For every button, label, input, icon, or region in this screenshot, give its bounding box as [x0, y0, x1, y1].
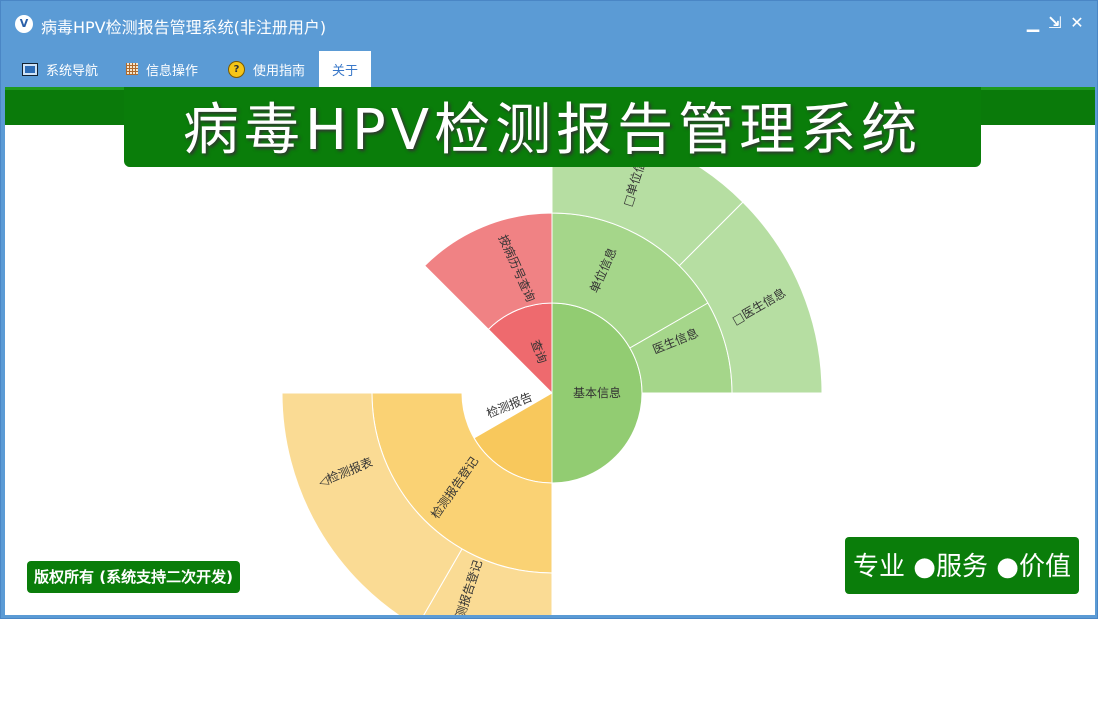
menu-item-label: 使用指南: [253, 63, 306, 79]
system-banner: 病毒HPV检测报告管理系统: [124, 87, 981, 167]
slogan-badge: 专业 ●服务 ●价值: [845, 537, 1079, 594]
menu-bar: 系统导航 信息操作 ? 使用指南 关于: [1, 51, 1097, 87]
menu-item-label: 关于: [332, 63, 359, 79]
copyright-badge: 版权所有 (系统支持二次开发): [27, 561, 240, 593]
menu-item-guide[interactable]: ? 使用指南: [228, 51, 305, 87]
segment-label-basic: 基本信息: [573, 385, 621, 400]
app-window: V 病毒HPV检测报告管理系统(非注册用户) ▁ ⇲ ✕ 系统导航 信息操作 ?…: [0, 0, 1098, 619]
main-content: 基本信息 查询 检测报告 单位信息 医生信息 按病历号查询 检测报告登记 □单位…: [5, 87, 1095, 615]
menu-item-about[interactable]: 关于: [319, 51, 372, 87]
grid-icon: [126, 63, 138, 75]
minimize-icon[interactable]: ▁: [1024, 13, 1042, 33]
window-title: 病毒HPV检测报告管理系统(非注册用户): [41, 18, 327, 37]
menu-item-label: 系统导航: [46, 63, 99, 79]
menu-item-label: 信息操作: [146, 63, 199, 79]
title-bar[interactable]: V 病毒HPV检测报告管理系统(非注册用户) ▁ ⇲ ✕: [1, 1, 1097, 49]
nav-icon: [22, 62, 38, 76]
close-icon[interactable]: ✕: [1068, 13, 1086, 33]
menu-item-info-ops[interactable]: 信息操作: [126, 51, 198, 87]
help-icon: ?: [228, 60, 245, 78]
menu-item-system-nav[interactable]: 系统导航: [22, 51, 98, 87]
app-logo-icon: V: [15, 15, 33, 33]
restore-icon[interactable]: ⇲: [1046, 13, 1064, 33]
